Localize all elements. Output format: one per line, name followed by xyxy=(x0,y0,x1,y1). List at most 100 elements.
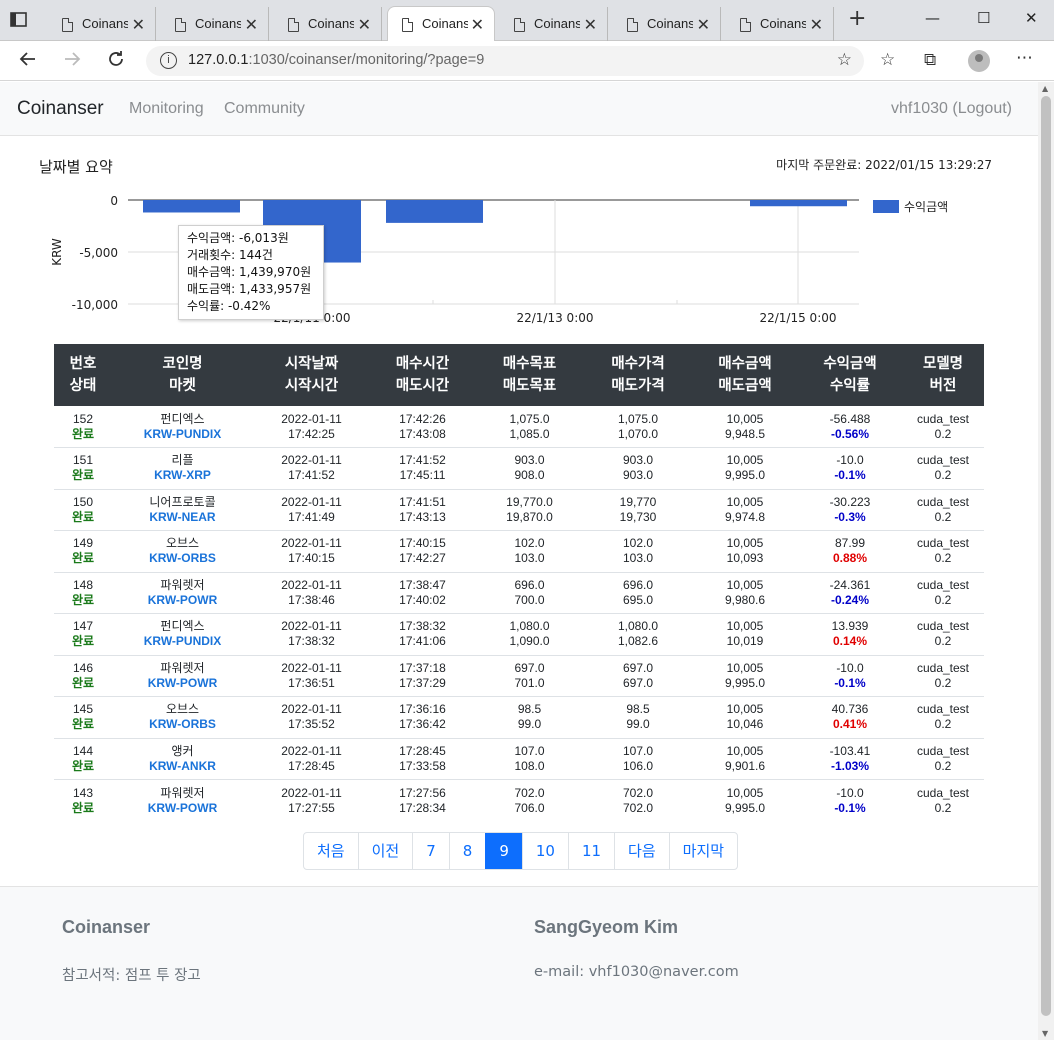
profit-amount-cell: -103.41 -1.03% xyxy=(798,737,902,780)
page-link[interactable]: 처음 xyxy=(304,833,358,869)
buy-time-cell: 17:40:15 17:42:27 xyxy=(370,530,475,572)
maximize-button[interactable]: ☐ xyxy=(977,9,990,27)
buy-time-cell: 17:27:56 17:28:34 xyxy=(370,779,475,821)
coin-name-cell[interactable]: 니어프로토콜 KRW-NEAR xyxy=(112,488,253,531)
buy-target-cell: 702.0 706.0 xyxy=(475,779,584,821)
close-tab-icon[interactable]: ✕ xyxy=(471,15,484,35)
browser-tab[interactable]: Coinanser✕ xyxy=(613,7,721,41)
x-tick-label: 22/1/13 0:00 xyxy=(516,311,593,325)
browser-tab[interactable]: Coinanser✕ xyxy=(161,7,269,41)
close-tab-icon[interactable]: ✕ xyxy=(810,15,823,35)
profit-amount-cell: -10.0 -0.1% xyxy=(798,654,902,697)
close-window-button[interactable]: ✕ xyxy=(1025,9,1038,27)
browser-tab[interactable]: Coinanser ✕ xyxy=(726,7,834,41)
profit-amount-cell: -10.0 -0.1% xyxy=(798,779,902,821)
brand-link[interactable]: Coinanser xyxy=(17,98,104,120)
pagination: 처음 이전 7 8 9 10 11 다음 마지막 xyxy=(303,832,739,870)
browser-tab[interactable]: Coinanser ✕ xyxy=(274,7,382,41)
coin-name-cell[interactable]: 오브스 KRW-ORBS xyxy=(112,530,253,572)
favorites-icon[interactable]: ☆ xyxy=(880,51,895,69)
page-link[interactable]: 다음 xyxy=(614,833,669,869)
add-favorite-icon[interactable]: ☆ xyxy=(837,50,852,70)
logout-link[interactable]: vhf1030 (Logout) xyxy=(891,100,1012,118)
page-link[interactable]: 마지막 xyxy=(668,833,737,869)
page-link[interactable]: 10 xyxy=(521,833,568,869)
coin-name-cell[interactable]: 펀디엑스 KRW-PUNDIX xyxy=(112,613,253,655)
buy-target-cell: 102.0 103.0 xyxy=(475,530,584,572)
tab-title: Coinanser xyxy=(760,16,806,31)
start-date-cell: 2022-01-11 17:38:32 xyxy=(253,613,370,655)
buy-amount-cell: 10,005 10,046 xyxy=(692,696,798,738)
page-link[interactable]: 8 xyxy=(448,833,486,869)
start-date-cell: 2022-01-11 17:36:51 xyxy=(253,654,370,697)
page-scrollbar[interactable]: ▲ ▼ xyxy=(1038,82,1054,1040)
column-header: 시작날짜 시작시간 xyxy=(253,344,370,406)
site-info-icon[interactable]: i xyxy=(160,52,177,69)
close-tab-icon[interactable]: ✕ xyxy=(132,15,145,35)
page-link[interactable]: 이전 xyxy=(357,833,413,869)
order-number-cell: 152 완료 xyxy=(71,411,95,441)
coin-name-cell[interactable]: 펀디엑스 KRW-PUNDIX xyxy=(112,406,253,448)
close-tab-icon[interactable]: ✕ xyxy=(584,15,597,35)
order-number-cell: 146 완료 xyxy=(54,654,112,697)
coin-name-cell[interactable]: 리플 KRW-XRP xyxy=(112,447,253,489)
scroll-down-icon[interactable]: ▼ xyxy=(1042,1029,1048,1038)
close-tab-icon[interactable]: ✕ xyxy=(245,15,258,35)
model-name-cell: cuda_test 0.2 xyxy=(902,779,984,821)
model-name-cell: cuda_test 0.2 xyxy=(902,654,984,697)
browser-tab[interactable]: Coinanser✕ xyxy=(48,7,156,41)
page-link[interactable]: 7 xyxy=(412,833,449,869)
model-name-cell: cuda_test 0.2 xyxy=(902,696,984,738)
page-icon xyxy=(288,18,299,32)
buy-time-cell: 17:37:18 17:37:29 xyxy=(370,654,475,697)
nav-monitoring[interactable]: Monitoring xyxy=(129,100,204,118)
tab-title: Coinanser xyxy=(308,16,354,31)
chart-bar[interactable] xyxy=(750,200,847,207)
site-footer: Coinanser 참고서적: 점프 투 장고 SangGyeom Kim e-… xyxy=(0,886,1038,1040)
url-text[interactable]: 127.0.0.1:1030/coinanser/monitoring/?pag… xyxy=(188,52,484,68)
buy-price-cell: 1,075.0 1,070.0 xyxy=(617,411,659,441)
coin-name-cell[interactable]: 파워렛저 KRW-POWR xyxy=(112,571,253,614)
refresh-icon[interactable] xyxy=(106,49,126,73)
x-tick-label: 22/1/15 0:00 xyxy=(759,311,836,325)
model-name-cell: cuda_test 0.2 xyxy=(916,411,970,441)
site-navbar: Coinanser Monitoring Community vhf1030 (… xyxy=(0,82,1038,136)
order-number-cell: 149 완료 xyxy=(54,530,112,572)
coin-name-cell[interactable]: 앵커 KRW-ANKR xyxy=(112,737,253,780)
coin-name-cell[interactable]: 오브스 KRW-ORBS xyxy=(112,696,253,738)
close-tab-icon[interactable]: ✕ xyxy=(697,15,710,35)
table-row: 149 완료 오브스 KRW-ORBS 2022-01-11 17:40:15 17:40:… xyxy=(54,530,984,572)
back-icon[interactable] xyxy=(18,49,38,73)
browser-tab[interactable]: Coinanser✕ xyxy=(500,7,608,41)
scroll-up-icon[interactable]: ▲ xyxy=(1042,84,1048,93)
start-date-cell: 2022-01-11 17:38:46 xyxy=(253,571,370,614)
more-options-icon[interactable]: ⋯ xyxy=(1016,49,1033,67)
start-date-cell: 2022-01-11 17:41:49 xyxy=(253,488,370,531)
collections-icon[interactable]: ⧉ xyxy=(924,51,936,69)
coin-name-cell[interactable]: 파워렛저 KRW-POWR xyxy=(112,654,253,697)
tab-actions-icon[interactable] xyxy=(10,12,28,28)
chart-bar[interactable] xyxy=(386,200,483,223)
buy-price-cell: 903.0 903.0 xyxy=(584,447,692,489)
minimize-button[interactable]: — xyxy=(925,9,940,27)
close-tab-icon[interactable]: ✕ xyxy=(358,15,371,35)
coin-name-cell[interactable]: 파워렛저 KRW-POWR xyxy=(112,779,253,821)
address-bar[interactable]: i 127.0.0.1:1030/coinanser/monitoring/?p… xyxy=(146,46,864,76)
buy-amount-cell: 10,005 9,995.0 xyxy=(692,779,798,821)
browser-tab-bar: Coinanser✕Coinanser✕Coinanser✕Coinanser✕… xyxy=(0,0,1054,42)
new-tab-button[interactable]: + xyxy=(848,8,866,30)
page-link[interactable]: 9 xyxy=(485,833,522,869)
profile-avatar[interactable] xyxy=(968,50,990,72)
chart-bar[interactable] xyxy=(143,200,240,213)
nav-community[interactable]: Community xyxy=(224,100,305,118)
buy-time-cell: 17:36:16 17:36:42 xyxy=(370,696,475,738)
page-link[interactable]: 11 xyxy=(567,833,614,869)
buy-price-cell: 107.0 106.0 xyxy=(584,737,692,780)
table-row: 147 완료 펀디엑스 KRW-PUNDIX 2022-01-11 17:38:32 17:… xyxy=(54,613,984,655)
browser-tab[interactable]: Coinanser✕ xyxy=(387,6,495,42)
scrollbar-thumb[interactable] xyxy=(1041,96,1051,1016)
buy-time-cell: 17:41:52 17:45:11 xyxy=(370,447,475,489)
table-row: 144 완료 앵커 KRW-ANKR 2022-01-11 17:28:45 17:28:4… xyxy=(54,737,984,780)
forward-icon[interactable] xyxy=(62,49,82,73)
model-name-cell: cuda_test 0.2 xyxy=(902,737,984,780)
